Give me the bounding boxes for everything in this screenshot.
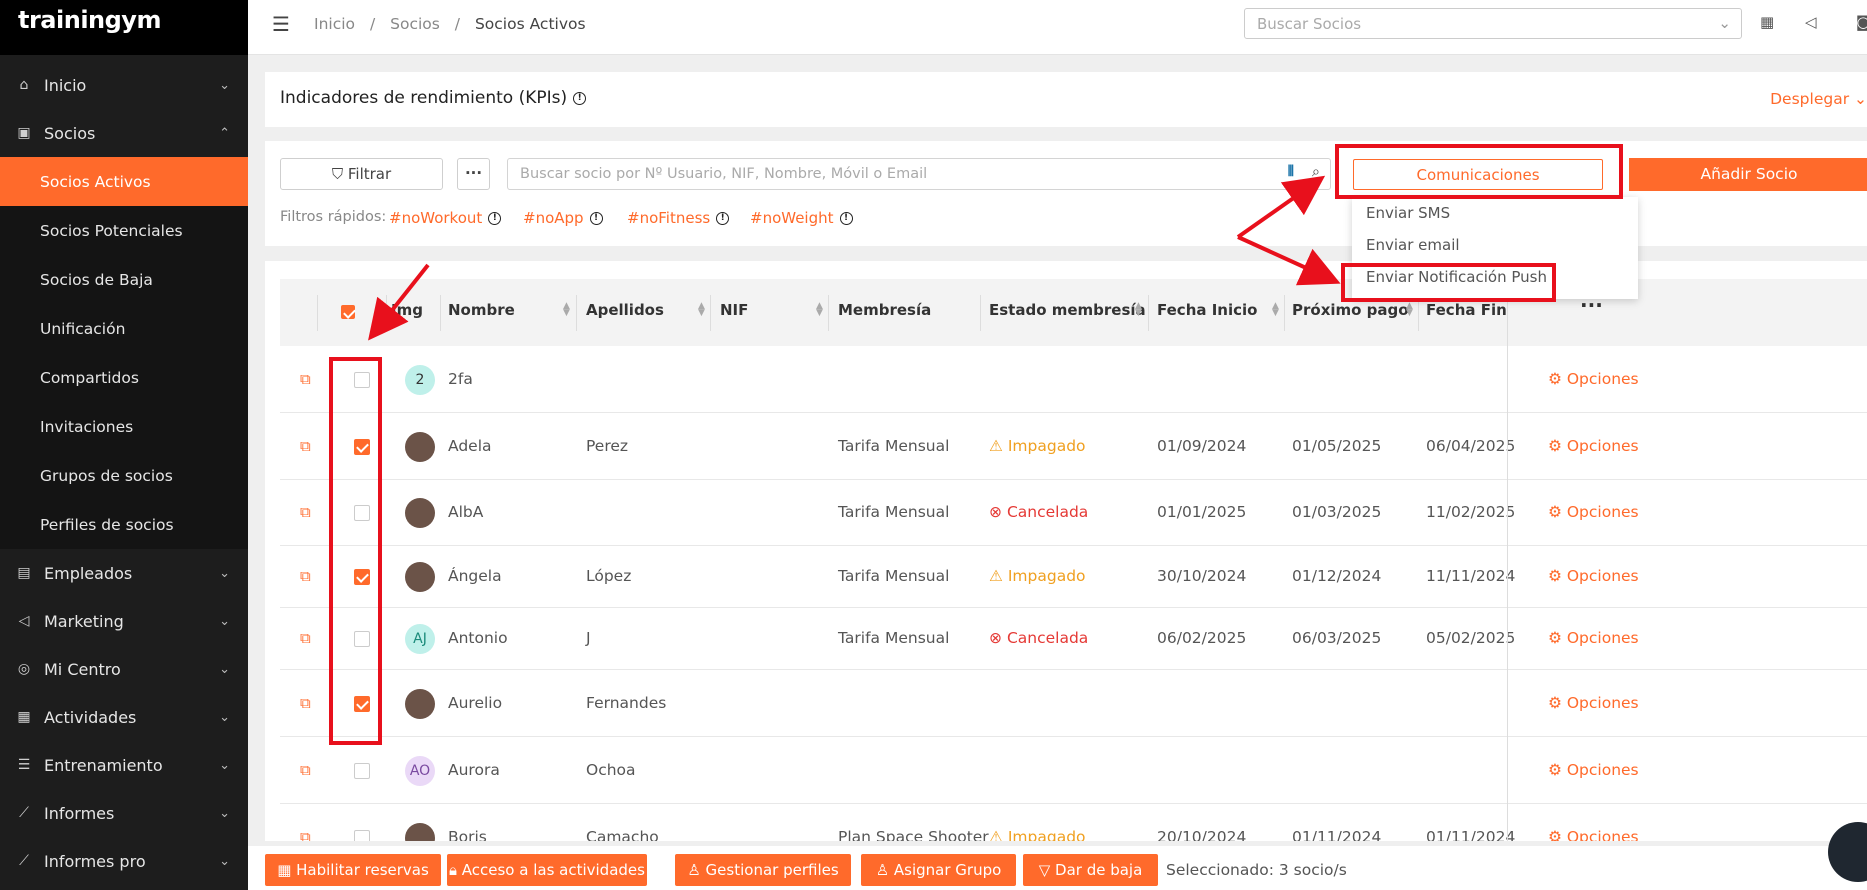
arrow-to-checkboxes bbox=[368, 263, 430, 341]
arrow-to-push bbox=[1237, 235, 1341, 286]
arrow-to-search bbox=[1236, 175, 1326, 239]
annotation-arrows bbox=[368, 175, 1341, 341]
